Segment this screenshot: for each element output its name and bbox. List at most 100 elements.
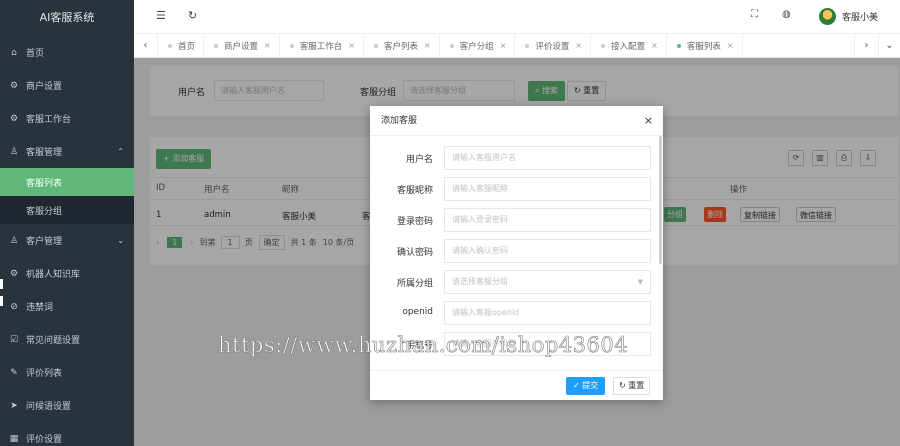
dialog-footer: ✓ 提交 ↻ 重置 <box>370 370 663 400</box>
tab[interactable]: 客服列表 × <box>667 33 743 58</box>
tab-label: 评价设置 <box>535 41 570 52</box>
form-label: 所属分组 <box>396 279 433 289</box>
input-placeholder: 请输入客服openid <box>452 308 520 317</box>
sidebar-subitem[interactable]: 客服列表 <box>0 168 134 196</box>
tab[interactable]: 客户分组 × <box>440 33 516 58</box>
sidebar-item[interactable]: ✎ 评价列表 <box>0 356 134 389</box>
sidebar: AI客服系统 ⌂ 首页 ⚙ 商户设置 ⚙ 客服工作台 ♙ 客服管理 ⌃ 客服列表 客服分组 ♙ 客户… <box>0 0 134 446</box>
sidebar-item[interactable]: ➤ 问候语设置 <box>0 389 134 422</box>
tab-label: 首页 <box>178 41 196 52</box>
sidebar-item-label: 客户管理 <box>26 237 63 247</box>
tab-close-icon[interactable]: × <box>264 41 271 50</box>
dialog-scrollbar[interactable] <box>659 136 662 264</box>
sidebar-item-label: 问候语设置 <box>26 402 72 412</box>
sidebar-item-icon: ⚙ <box>9 113 19 124</box>
tab-label: 客服工作台 <box>299 41 343 52</box>
tab[interactable]: 客户列表 × <box>364 33 440 58</box>
tabs-menu-chevron-icon[interactable]: ⌄ <box>878 33 900 58</box>
tab-label: 接入配置 <box>611 41 646 52</box>
chevron-down-icon: ▼ <box>637 278 643 286</box>
tab-close-icon[interactable]: × <box>575 41 582 50</box>
tab-close-icon[interactable]: × <box>651 41 658 50</box>
form-input[interactable]: 请输入登录密码 <box>444 208 651 232</box>
sidebar-item-label: 机器人知识库 <box>26 270 81 280</box>
tab-label: 客服列表 <box>686 41 721 52</box>
form-input[interactable]: 请输入客服昵称 <box>444 177 651 201</box>
watermark: https://www.huzhan.com/ishop43604 <box>218 333 629 358</box>
fullscreen-icon[interactable]: ⛶ <box>751 9 758 20</box>
tab-dot <box>601 43 606 48</box>
tabs-next-icon[interactable]: › <box>854 33 878 58</box>
dialog-title-bar: 添加客服 × <box>370 106 663 136</box>
sidebar-item[interactable]: ⊘ 违禁词 <box>0 290 134 323</box>
tab-dot <box>373 43 378 48</box>
tab-label: 客户列表 <box>383 41 418 52</box>
reset-button[interactable]: ↻ 重置 <box>613 377 651 395</box>
tab-close-icon[interactable]: × <box>348 41 355 50</box>
group-select[interactable]: 请选择客服分组 ▼ <box>444 270 651 294</box>
avatar <box>818 8 836 25</box>
user-name: 客服小美 <box>841 13 878 23</box>
tab-dot <box>676 43 681 48</box>
language-globe-icon[interactable]: ◍ <box>782 9 791 20</box>
sidebar-item[interactable]: ⚙ 客服工作台 <box>0 102 134 135</box>
sidebar-item-label: 首页 <box>26 49 45 59</box>
form-label: 客服昵称 <box>396 186 433 196</box>
tab-close-icon[interactable]: × <box>424 41 431 50</box>
sidebar-item-icon: ⌂ <box>11 47 17 58</box>
tab-dot <box>449 43 454 48</box>
app-logo: AI客服系统 <box>0 0 134 36</box>
sidebar-item-icon: ☑ <box>9 334 19 345</box>
sidebar-item-icon: ➤ <box>10 400 18 411</box>
tab[interactable]: 评价设置 × <box>515 33 592 58</box>
sidebar-item[interactable]: ⚙ 机器人知识库 <box>0 257 134 290</box>
tab[interactable]: 接入配置 × <box>591 33 667 58</box>
sidebar-item-icon: ✎ <box>10 367 18 378</box>
input-placeholder: 请选择客服分组 <box>452 277 508 286</box>
tab[interactable]: 首页 <box>158 33 205 58</box>
form-input[interactable]: 请输入客服openid <box>444 301 651 325</box>
form-label: 登录密码 <box>396 217 433 227</box>
tabs-prev-icon[interactable]: ‹ <box>134 33 158 58</box>
sidebar-item[interactable]: ☑ 常见问题设置 <box>0 323 134 356</box>
close-icon[interactable]: × <box>644 106 653 136</box>
input-placeholder: 请输入登录密码 <box>452 215 508 224</box>
top-header: ☰ ↻ ⛶ ◍ 客服小美 <box>134 0 900 34</box>
form-row: 用户名 请输入客服用户名 <box>370 146 663 170</box>
tab-dot <box>214 43 219 48</box>
form-row: 客服昵称 请输入客服昵称 <box>370 177 663 201</box>
sidebar-subitem[interactable]: 客服分组 <box>0 196 134 224</box>
sidebar-item[interactable]: ⚙ 商户设置 <box>0 69 134 102</box>
menu-toggle-icon[interactable]: ☰ <box>156 9 166 22</box>
form-input[interactable]: 请输入确认密码 <box>444 239 651 263</box>
sidebar-item[interactable]: ▦ 评价设置 <box>0 422 134 446</box>
sidebar-item-label: 客服管理 <box>26 148 63 158</box>
submit-button[interactable]: ✓ 提交 <box>566 377 606 395</box>
sidebar-item-label: 常见问题设置 <box>26 336 81 346</box>
refresh-icon[interactable]: ↻ <box>188 9 197 22</box>
form-label: 确认密码 <box>396 248 433 258</box>
sidebar-item[interactable]: ♙ 客服管理 ⌃ <box>0 135 134 168</box>
tab-dot <box>168 43 172 48</box>
dialog-title: 添加客服 <box>381 116 418 126</box>
sidebar-item[interactable]: ⌂ 首页 <box>0 36 134 69</box>
sidebar-item[interactable]: ♙ 客户管理 ⌄ <box>0 224 134 257</box>
tab-close-icon[interactable]: × <box>500 41 507 50</box>
page-tabs: ‹ 首页 商户设置 × 客服工作台 × 客户列表 × 客户分组 × 评价设置 × 接入配置 × 客服列表 ×… <box>134 33 900 58</box>
input-placeholder: 请输入客服昵称 <box>452 184 508 193</box>
tab[interactable]: 客服工作台 × <box>280 33 364 58</box>
input-placeholder: 请输入客服用户名 <box>452 153 516 162</box>
sidebar-item-icon: ⚙ <box>9 80 19 91</box>
user-menu[interactable]: 客服小美 <box>818 8 878 25</box>
sidebar-item-label: 商户设置 <box>26 82 63 92</box>
sidebar-item-icon: ▦ <box>9 433 19 444</box>
form-row: openid 请输入客服openid <box>370 301 663 325</box>
form-input[interactable]: 请输入客服用户名 <box>444 146 651 170</box>
form-label: openid <box>402 307 433 317</box>
sidebar-item-label: 客服工作台 <box>26 115 72 125</box>
tab[interactable]: 商户设置 × <box>204 33 280 58</box>
sidebar-item-icon: ⊘ <box>10 301 18 312</box>
tab-close-icon[interactable]: × <box>727 41 734 50</box>
sidebar-item-label: 评价设置 <box>26 435 63 445</box>
chevron-icon: ⌃ <box>117 147 124 156</box>
